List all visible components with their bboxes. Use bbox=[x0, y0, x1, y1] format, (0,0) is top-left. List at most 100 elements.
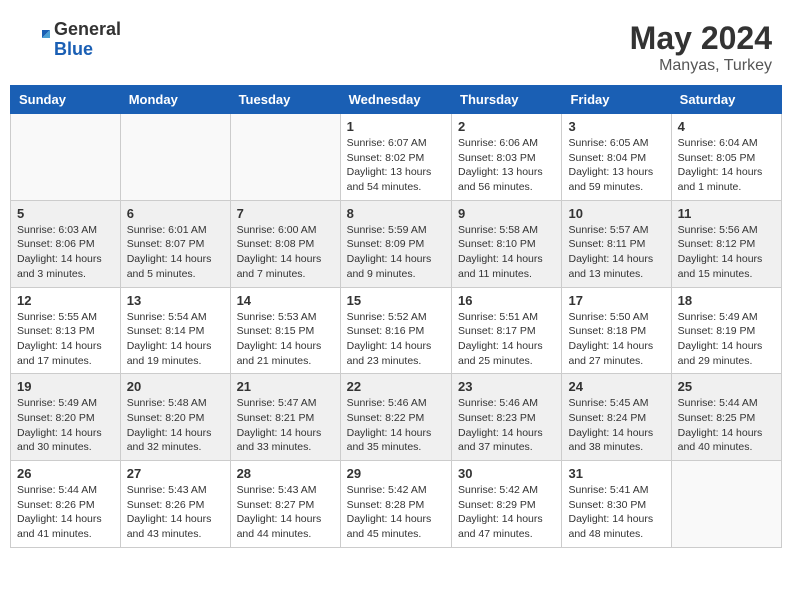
day-info: Sunrise: 5:43 AM Sunset: 8:26 PM Dayligh… bbox=[127, 483, 224, 542]
day-info: Sunrise: 6:03 AM Sunset: 8:06 PM Dayligh… bbox=[17, 223, 114, 282]
day-number: 25 bbox=[678, 379, 775, 394]
day-info: Sunrise: 6:06 AM Sunset: 8:03 PM Dayligh… bbox=[458, 136, 555, 195]
page-header: General Blue May 2024 Manyas, Turkey bbox=[10, 10, 782, 80]
weekday-header-sunday: Sunday bbox=[11, 86, 121, 114]
day-number: 21 bbox=[237, 379, 334, 394]
day-info: Sunrise: 5:44 AM Sunset: 8:25 PM Dayligh… bbox=[678, 396, 775, 455]
day-number: 28 bbox=[237, 466, 334, 481]
day-info: Sunrise: 5:49 AM Sunset: 8:19 PM Dayligh… bbox=[678, 310, 775, 369]
calendar-day-cell: 5 Sunrise: 6:03 AM Sunset: 8:06 PM Daylig… bbox=[11, 200, 121, 287]
day-info: Sunrise: 5:41 AM Sunset: 8:30 PM Dayligh… bbox=[568, 483, 664, 542]
day-number: 31 bbox=[568, 466, 664, 481]
day-number: 27 bbox=[127, 466, 224, 481]
weekday-header-wednesday: Wednesday bbox=[340, 86, 451, 114]
day-info: Sunrise: 6:04 AM Sunset: 8:05 PM Dayligh… bbox=[678, 136, 775, 195]
day-number: 18 bbox=[678, 293, 775, 308]
day-info: Sunrise: 5:56 AM Sunset: 8:12 PM Dayligh… bbox=[678, 223, 775, 282]
weekday-header-friday: Friday bbox=[562, 86, 671, 114]
calendar-day-cell: 10 Sunrise: 5:57 AM Sunset: 8:11 PM Dayli… bbox=[562, 200, 671, 287]
day-info: Sunrise: 5:44 AM Sunset: 8:26 PM Dayligh… bbox=[17, 483, 114, 542]
day-info: Sunrise: 5:53 AM Sunset: 8:15 PM Dayligh… bbox=[237, 310, 334, 369]
day-number: 24 bbox=[568, 379, 664, 394]
calendar-day-cell: 7 Sunrise: 6:00 AM Sunset: 8:08 PM Daylig… bbox=[230, 200, 340, 287]
day-info: Sunrise: 5:52 AM Sunset: 8:16 PM Dayligh… bbox=[347, 310, 445, 369]
weekday-header-thursday: Thursday bbox=[452, 86, 562, 114]
calendar-day-cell: 23Sunrise: 5:46 AM Sunset: 8:23 PM Dayli… bbox=[452, 374, 562, 461]
day-info: Sunrise: 5:46 AM Sunset: 8:22 PM Dayligh… bbox=[347, 396, 445, 455]
day-number: 29 bbox=[347, 466, 445, 481]
weekday-header-tuesday: Tuesday bbox=[230, 86, 340, 114]
title-area: May 2024 Manyas, Turkey bbox=[630, 20, 772, 75]
day-number: 7 bbox=[237, 206, 334, 221]
day-info: Sunrise: 6:07 AM Sunset: 8:02 PM Dayligh… bbox=[347, 136, 445, 195]
calendar-day-cell: 16Sunrise: 5:51 AM Sunset: 8:17 PM Dayli… bbox=[452, 287, 562, 374]
day-number: 3 bbox=[568, 119, 664, 134]
day-number: 6 bbox=[127, 206, 224, 221]
day-number: 14 bbox=[237, 293, 334, 308]
weekday-header-monday: Monday bbox=[120, 86, 230, 114]
month-year: May 2024 bbox=[630, 20, 772, 57]
calendar-week-row: 19 Sunrise: 5:49 AM Sunset: 8:20 PM Dayli… bbox=[11, 374, 782, 461]
day-info: Sunrise: 5:46 AM Sunset: 8:23 PM Dayligh… bbox=[458, 396, 555, 455]
day-number: 19 bbox=[17, 379, 114, 394]
day-number: 2 bbox=[458, 119, 555, 134]
calendar-day-cell: 30Sunrise: 5:42 AM Sunset: 8:29 PM Dayli… bbox=[452, 461, 562, 548]
day-number: 1 bbox=[347, 119, 445, 134]
day-info: Sunrise: 5:45 AM Sunset: 8:24 PM Dayligh… bbox=[568, 396, 664, 455]
calendar-day-cell: 3 Sunrise: 6:05 AM Sunset: 8:04 PM Daylig… bbox=[562, 114, 671, 201]
day-info: Sunrise: 5:43 AM Sunset: 8:27 PM Dayligh… bbox=[237, 483, 334, 542]
calendar-week-row: 12 Sunrise: 5:55 AM Sunset: 8:13 PM Dayli… bbox=[11, 287, 782, 374]
calendar-day-cell: 20 Sunrise: 5:48 AM Sunset: 8:20 PM Dayli… bbox=[120, 374, 230, 461]
calendar-day-cell bbox=[11, 114, 121, 201]
weekday-header-saturday: Saturday bbox=[671, 86, 781, 114]
day-info: Sunrise: 5:54 AM Sunset: 8:14 PM Dayligh… bbox=[127, 310, 224, 369]
calendar-day-cell: 17 Sunrise: 5:50 AM Sunset: 8:18 PM Dayli… bbox=[562, 287, 671, 374]
day-info: Sunrise: 6:00 AM Sunset: 8:08 PM Dayligh… bbox=[237, 223, 334, 282]
day-number: 12 bbox=[17, 293, 114, 308]
location: Manyas, Turkey bbox=[630, 57, 772, 75]
day-info: Sunrise: 5:55 AM Sunset: 8:13 PM Dayligh… bbox=[17, 310, 114, 369]
day-number: 26 bbox=[17, 466, 114, 481]
calendar-week-row: 1 Sunrise: 6:07 AM Sunset: 8:02 PM Daylig… bbox=[11, 114, 782, 201]
day-info: Sunrise: 5:49 AM Sunset: 8:20 PM Dayligh… bbox=[17, 396, 114, 455]
day-number: 17 bbox=[568, 293, 664, 308]
calendar-week-row: 26 Sunrise: 5:44 AM Sunset: 8:26 PM Dayli… bbox=[11, 461, 782, 548]
day-number: 16 bbox=[458, 293, 555, 308]
calendar-day-cell: 26 Sunrise: 5:44 AM Sunset: 8:26 PM Dayli… bbox=[11, 461, 121, 548]
day-info: Sunrise: 5:42 AM Sunset: 8:28 PM Dayligh… bbox=[347, 483, 445, 542]
logo-icon bbox=[20, 25, 50, 55]
day-number: 30 bbox=[458, 466, 555, 481]
day-number: 9 bbox=[458, 206, 555, 221]
logo-blue-text: Blue bbox=[54, 40, 121, 60]
day-info: Sunrise: 6:01 AM Sunset: 8:07 PM Dayligh… bbox=[127, 223, 224, 282]
day-info: Sunrise: 5:50 AM Sunset: 8:18 PM Dayligh… bbox=[568, 310, 664, 369]
day-info: Sunrise: 5:48 AM Sunset: 8:20 PM Dayligh… bbox=[127, 396, 224, 455]
day-number: 10 bbox=[568, 206, 664, 221]
calendar-header-row: SundayMondayTuesdayWednesdayThursdayFrid… bbox=[11, 86, 782, 114]
calendar-table: SundayMondayTuesdayWednesdayThursdayFrid… bbox=[10, 85, 782, 548]
calendar-day-cell: 31 Sunrise: 5:41 AM Sunset: 8:30 PM Dayli… bbox=[562, 461, 671, 548]
day-info: Sunrise: 5:57 AM Sunset: 8:11 PM Dayligh… bbox=[568, 223, 664, 282]
day-info: Sunrise: 5:47 AM Sunset: 8:21 PM Dayligh… bbox=[237, 396, 334, 455]
day-number: 5 bbox=[17, 206, 114, 221]
calendar-day-cell: 9 Sunrise: 5:58 AM Sunset: 8:10 PM Daylig… bbox=[452, 200, 562, 287]
calendar-day-cell: 28 Sunrise: 5:43 AM Sunset: 8:27 PM Dayli… bbox=[230, 461, 340, 548]
day-info: Sunrise: 6:05 AM Sunset: 8:04 PM Dayligh… bbox=[568, 136, 664, 195]
logo-general-text: General bbox=[54, 20, 121, 40]
calendar-day-cell: 12 Sunrise: 5:55 AM Sunset: 8:13 PM Dayli… bbox=[11, 287, 121, 374]
day-number: 13 bbox=[127, 293, 224, 308]
calendar-day-cell: 8Sunrise: 5:59 AM Sunset: 8:09 PM Daylig… bbox=[340, 200, 451, 287]
day-number: 20 bbox=[127, 379, 224, 394]
calendar-day-cell: 25 Sunrise: 5:44 AM Sunset: 8:25 PM Dayli… bbox=[671, 374, 781, 461]
day-number: 8 bbox=[347, 206, 445, 221]
day-info: Sunrise: 5:58 AM Sunset: 8:10 PM Dayligh… bbox=[458, 223, 555, 282]
calendar-day-cell: 24 Sunrise: 5:45 AM Sunset: 8:24 PM Dayli… bbox=[562, 374, 671, 461]
calendar-day-cell: 18 Sunrise: 5:49 AM Sunset: 8:19 PM Dayli… bbox=[671, 287, 781, 374]
calendar-day-cell: 1 Sunrise: 6:07 AM Sunset: 8:02 PM Daylig… bbox=[340, 114, 451, 201]
day-number: 15 bbox=[347, 293, 445, 308]
calendar-day-cell: 2 Sunrise: 6:06 AM Sunset: 8:03 PM Daylig… bbox=[452, 114, 562, 201]
calendar-day-cell bbox=[671, 461, 781, 548]
day-number: 11 bbox=[678, 206, 775, 221]
calendar-day-cell: 27 Sunrise: 5:43 AM Sunset: 8:26 PM Dayli… bbox=[120, 461, 230, 548]
calendar-day-cell: 19 Sunrise: 5:49 AM Sunset: 8:20 PM Dayli… bbox=[11, 374, 121, 461]
